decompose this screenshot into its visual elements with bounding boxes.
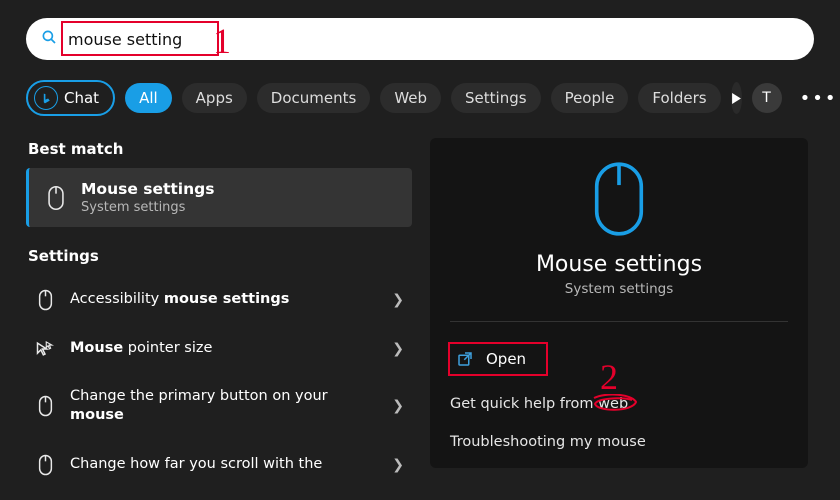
result-label: Accessibility mouse settings [60, 290, 392, 310]
bing-icon [34, 86, 58, 110]
best-match-heading: Best match [28, 140, 412, 158]
search-icon [40, 28, 58, 50]
tab-chat[interactable]: Chat [26, 80, 115, 116]
troubleshoot-link[interactable]: Troubleshooting my mouse [450, 434, 788, 450]
chevron-right-icon: ❯ [392, 398, 404, 414]
best-match-title: Mouse settings [81, 180, 214, 198]
quick-help-link[interactable]: Get quick help from web [450, 396, 788, 412]
detail-title: Mouse settings [450, 252, 788, 277]
result-label: Change how far you scroll with the [60, 455, 392, 475]
search-input[interactable] [68, 30, 800, 49]
mouse-icon [30, 289, 60, 311]
best-match-subtitle: System settings [81, 200, 214, 215]
mouse-icon [43, 181, 69, 215]
result-scroll-distance[interactable]: Change how far you scroll with the ❯ [26, 440, 412, 490]
result-primary-button[interactable]: Change the primary button on your mouse … [26, 373, 412, 440]
open-label: Open [486, 350, 526, 368]
search-bar[interactable] [26, 18, 814, 60]
pointer-icon [30, 340, 60, 358]
detail-subtitle: System settings [450, 281, 788, 297]
annotation-scribble [592, 394, 638, 412]
divider [450, 321, 788, 322]
more-options-button[interactable]: ••• [800, 88, 838, 109]
open-button[interactable]: Open [448, 342, 548, 376]
open-external-icon [456, 350, 474, 368]
results-panel: Best match Mouse settings System setting… [26, 134, 412, 490]
filter-tabs: Chat All Apps Documents Web Settings Peo… [26, 80, 814, 116]
result-accessibility-mouse-settings[interactable]: Accessibility mouse settings ❯ [26, 275, 412, 325]
mouse-icon [30, 395, 60, 417]
result-label: Change the primary button on your mouse [60, 387, 392, 426]
tab-chat-label: Chat [64, 89, 99, 107]
tab-folders[interactable]: Folders [638, 83, 720, 113]
chevron-right-icon: ❯ [392, 457, 404, 473]
detail-panel: Mouse settings System settings Open 2 Ge… [430, 138, 808, 468]
chevron-right-icon: ❯ [392, 292, 404, 308]
tab-all[interactable]: All [125, 83, 172, 113]
chevron-right-icon: ❯ [392, 341, 404, 357]
tab-documents[interactable]: Documents [257, 83, 371, 113]
tab-apps[interactable]: Apps [182, 83, 247, 113]
annotation-label-2: 2 [600, 356, 618, 398]
detail-mouse-icon [450, 160, 788, 238]
tab-people[interactable]: People [551, 83, 629, 113]
mouse-icon [30, 454, 60, 476]
best-match-result[interactable]: Mouse settings System settings [26, 168, 412, 227]
result-label: Mouse pointer size [60, 339, 392, 359]
result-mouse-pointer-size[interactable]: Mouse pointer size ❯ [26, 325, 412, 373]
quick-help-prefix: Get quick help from [450, 396, 598, 412]
annotation-label-1: 1 [213, 20, 231, 62]
settings-heading: Settings [28, 247, 412, 265]
tab-web[interactable]: Web [380, 83, 441, 113]
tab-settings[interactable]: Settings [451, 83, 541, 113]
play-icon [731, 93, 742, 104]
account-avatar[interactable]: T [752, 83, 782, 113]
more-tabs-button[interactable] [731, 82, 742, 114]
